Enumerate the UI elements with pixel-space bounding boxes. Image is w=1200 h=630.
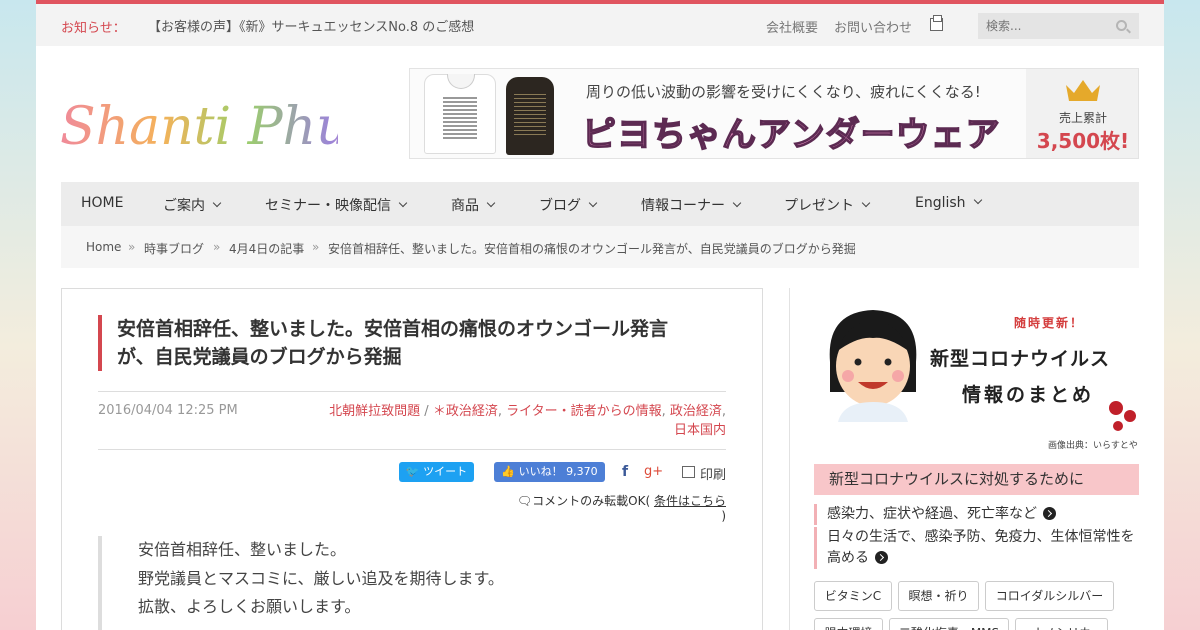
print-link[interactable]: 印刷	[700, 464, 726, 483]
chevron-down-icon	[861, 198, 871, 208]
nav-blog[interactable]: ブログ	[539, 195, 598, 215]
quote-line: 安倍首相辞任、整いました。	[138, 540, 347, 559]
search-icon[interactable]	[1116, 20, 1127, 31]
virus-icon	[1109, 401, 1136, 431]
thumbs-up-icon: 👍	[501, 465, 519, 478]
sidebar-divider	[789, 288, 790, 630]
company-link[interactable]: 会社概要	[766, 17, 818, 36]
tshirt-image	[424, 74, 496, 154]
tag-vitamin-c[interactable]: ビタミンC	[814, 581, 892, 611]
category-link[interactable]: 日本国内	[674, 423, 726, 438]
comment-icon: 🗨	[516, 494, 533, 508]
chevron-down-icon	[973, 195, 982, 205]
print-icon[interactable]	[682, 466, 695, 478]
nurse-illustration	[829, 310, 917, 422]
chevron-down-icon	[732, 198, 742, 208]
divider	[98, 449, 726, 450]
crumb-current: 安倍首相辞任、整いました。安倍首相の痛恨のオウンゴール発言が、自民党議員のブログ…	[328, 242, 856, 256]
notice-label: お知らせ：	[61, 21, 126, 36]
comment-notice: 🗨コメントのみ転載OK( 条件はこちら )	[516, 494, 726, 523]
article-date: 2016/04/04 12:25 PM	[98, 403, 238, 418]
facebook-icon[interactable]: f	[622, 464, 628, 480]
banner-subtitle: 周りの低い波動の影響を受けにくくなり、疲れにくくなる!	[586, 83, 981, 101]
notice-bar: お知らせ： 【お客様の声】《新》サーキュエッセンスNo.8 のご感想 会社概要 …	[36, 4, 1164, 46]
conditions-link[interactable]: 条件はこちら	[654, 494, 726, 508]
category-link[interactable]: 政治経済	[670, 404, 722, 419]
chevron-down-icon	[212, 198, 222, 208]
quote-line: 野党議員とマスコミに、厳しい追及を期待します。	[138, 568, 504, 588]
tag-meditation[interactable]: 瞑想・祈り	[898, 581, 979, 611]
category-link[interactable]: 北朝鮮拉致問題	[329, 404, 420, 419]
nav-info[interactable]: 情報コーナー	[641, 195, 742, 215]
contact-link[interactable]: お問い合わせ	[834, 17, 912, 36]
tweet-button[interactable]: 🐦 ツイート	[399, 462, 474, 482]
tag-gut[interactable]: 腸内環境	[814, 618, 883, 630]
category-link[interactable]: ＊政治経済	[433, 404, 498, 419]
article-categories: 北朝鮮拉致問題 / ＊政治経済, ライター・読者からの情報, 政治経済, 日本国内	[329, 404, 726, 438]
breadcrumb: Home » 時事ブログ » 4月4日の記事 » 安倍首相辞任、整いました。安倍…	[61, 226, 1139, 268]
crown-icon	[1066, 80, 1100, 101]
nav-seminar[interactable]: セミナー・映像配信	[265, 195, 408, 215]
crumb-sep: »	[128, 240, 136, 254]
like-button[interactable]: 👍 いいね！ 9,370	[494, 462, 605, 482]
update-label: 随時更新！	[1014, 316, 1085, 330]
nav-guide[interactable]: ご案内	[163, 195, 222, 215]
corona-banner[interactable]: 随時更新！ 新型コロナウイルス 情報のまとめ 画像出典：いらすとや	[814, 288, 1139, 458]
banner-sales-box: 売上累計 3,500枚!	[1026, 69, 1138, 158]
crumb-sep: »	[213, 240, 221, 254]
article: 安倍首相辞任、整いました。安倍首相の痛恨のオウンゴール発言が、自民党議員のブログ…	[61, 288, 763, 630]
banner-title: ピヨちゃんアンダーウェア	[581, 114, 1001, 156]
crumb-sep: »	[312, 240, 320, 254]
crumb-date[interactable]: 4月4日の記事	[229, 240, 304, 257]
article-title: 安倍首相辞任、整いました。安倍首相の痛恨のオウンゴール発言が、自民党議員のブログ…	[98, 315, 698, 371]
search-input[interactable]	[978, 13, 1139, 39]
notice-link[interactable]: 【お客様の声】《新》サーキュエッセンスNo.8 のご感想	[148, 16, 474, 35]
arrow-circle-icon	[875, 551, 888, 564]
chevron-down-icon	[486, 198, 496, 208]
like-count: 9,370	[566, 465, 598, 478]
sidebar-link-symptoms[interactable]: 感染力、症状や経過、死亡率など	[814, 504, 1139, 525]
sidebar-heading: 新型コロナウイルスに対処するために	[814, 464, 1139, 495]
divider	[98, 391, 726, 392]
sales-value: 3,500枚!	[1036, 129, 1130, 153]
main-nav: HOME ご案内 セミナー・映像配信 商品 ブログ 情報コーナー プレゼント E…	[61, 182, 1139, 226]
google-plus-icon[interactable]: g+	[644, 464, 663, 479]
underwear-banner[interactable]: 周りの低い波動の影響を受けにくくなり、疲れにくくなる! ピヨちゃんアンダーウェア…	[409, 68, 1139, 159]
twitter-icon: 🐦	[405, 465, 424, 478]
arrow-circle-icon	[1043, 507, 1056, 520]
site-logo[interactable]: Shanti Phula	[58, 86, 338, 158]
nav-products[interactable]: 商品	[451, 195, 496, 215]
blockquote: 安倍首相辞任、整いました。 野党議員とマスコミに、厳しい追及を期待します。 拡散…	[98, 536, 726, 630]
image-credit: 画像出典：いらすとや	[1048, 441, 1138, 451]
nav-english[interactable]: English	[915, 195, 982, 211]
tag-nano-silica[interactable]: ナノシリカ	[1015, 618, 1108, 630]
corona-title-2: 情報のまとめ	[962, 384, 1095, 406]
category-link[interactable]: ライター・読者からの情報	[506, 404, 661, 419]
chevron-down-icon	[398, 198, 408, 208]
sidebar-link-prevention[interactable]: 日々の生活で、感染予防、免疫力、生体恒常性を高める	[814, 527, 1139, 569]
crumb-home[interactable]: Home	[86, 240, 121, 254]
nav-present[interactable]: プレゼント	[784, 195, 871, 215]
chevron-down-icon	[588, 198, 598, 208]
quote-line: 拡散、よろしくお願いします。	[138, 597, 361, 616]
corona-title-1: 新型コロナウイルス	[930, 348, 1111, 370]
logo-text: Shanti Phula	[60, 97, 338, 157]
camisole-image	[506, 77, 554, 155]
nav-home[interactable]: HOME	[81, 195, 123, 211]
tag-mms[interactable]: 二酸化塩素・MMS	[889, 618, 1009, 630]
page: お知らせ： 【お客様の声】《新》サーキュエッセンスNo.8 のご感想 会社概要 …	[36, 0, 1164, 630]
print-icon[interactable]	[930, 15, 943, 31]
crumb-blog[interactable]: 時事ブログ	[144, 240, 204, 257]
sales-label: 売上累計	[1058, 111, 1107, 125]
tag-colloidal-silver[interactable]: コロイダルシルバー	[985, 581, 1114, 611]
